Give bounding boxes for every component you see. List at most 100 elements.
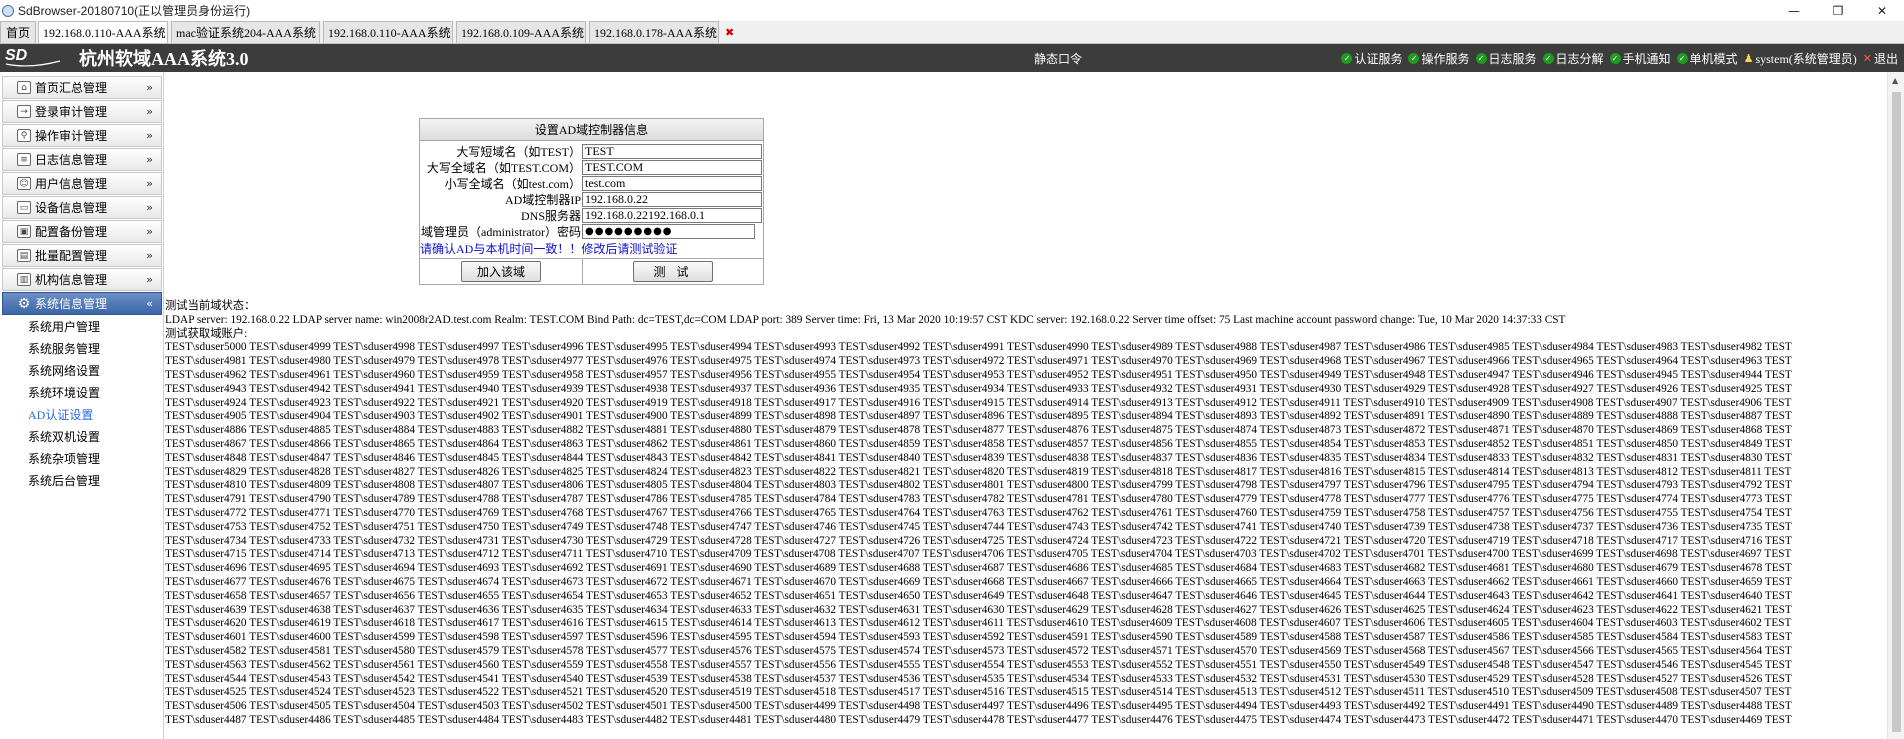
submenu-item[interactable]: 系统环境设置 <box>28 381 163 403</box>
tab-192-168-0-109[interactable]: 192.168.0.109-AAA系统✖ <box>456 21 601 43</box>
submenu-item[interactable]: 系统服务管理 <box>28 337 163 359</box>
collapse-icon: « <box>146 297 153 310</box>
tab-192-168-0-110-b[interactable]: 192.168.0.110-AAA系统✖ <box>323 21 468 43</box>
expand-icon: » <box>146 105 153 118</box>
account-line: TEST\sduser4905 TEST\sduser4904 TEST\sdu… <box>165 410 1792 423</box>
service-auth[interactable]: ✓ 认证服务 <box>1341 50 1402 67</box>
gear-icon: ⚙ <box>17 295 31 312</box>
lower-domain-input[interactable] <box>582 175 762 191</box>
account-line: TEST\sduser4582 TEST\sduser4581 TEST\sdu… <box>165 644 1792 657</box>
sidebar-menu-backup[interactable]: ▣ 配置备份管理 » <box>2 220 162 243</box>
service-label: 认证服务 <box>1354 52 1403 66</box>
sidebar-menu-device[interactable]: ▭ 设备信息管理 » <box>2 196 162 219</box>
submenu-item[interactable]: 系统双机设置 <box>28 425 163 447</box>
scrollbar-thumb[interactable] <box>1892 92 1901 732</box>
minimize-button[interactable]: — <box>1772 0 1816 21</box>
device-icon: ▭ <box>17 201 31 214</box>
service-operation[interactable]: ✓ 操作服务 <box>1408 50 1470 67</box>
test-button[interactable]: 测 试 <box>633 261 713 282</box>
account-line: TEST\sduser4601 TEST\sduser4600 TEST\sdu… <box>165 631 1792 644</box>
sidebar-menu-login-audit[interactable]: → 登录审计管理 » <box>2 100 162 123</box>
tab-label: 192.168.0.110-AAA系统 <box>328 26 451 40</box>
expand-icon: » <box>146 225 153 238</box>
sidebar-menu-search[interactable]: ⚲ 操作审计管理 » <box>2 124 162 147</box>
sidebar-menu-label: 操作审计管理 <box>35 129 108 143</box>
scroll-up-icon[interactable]: ▲ <box>1892 76 1898 85</box>
short-domain-input[interactable] <box>582 143 762 159</box>
submenu-item[interactable]: 系统后台管理 <box>28 469 163 491</box>
restore-button[interactable]: ❐ <box>1816 0 1860 21</box>
account-line: TEST\sduser4506 TEST\sduser4505 TEST\sdu… <box>165 700 1792 713</box>
tab-192-168-0-110[interactable]: 192.168.0.110-AAA系统✖ <box>38 21 183 43</box>
tab-label: 首页 <box>6 26 31 40</box>
ad-settings-form: 设置AD域控制器信息 大写短域名（如TEST） 大写全域名（如TEST.COM）… <box>419 118 764 285</box>
current-user[interactable]: ♟ system(系统管理员) <box>1744 50 1857 67</box>
tab-192-168-0-178[interactable]: 192.168.0.178-AAA系统 ✖ <box>589 21 734 43</box>
sidebar-menu-gear[interactable]: ⚙ 系统信息管理 « <box>2 292 162 315</box>
expand-icon: » <box>146 249 153 262</box>
account-line: TEST\sduser4848 TEST\sduser4847 TEST\sdu… <box>165 451 1792 464</box>
status-heading: 测试当前域状态： <box>165 300 256 312</box>
expand-icon: » <box>146 201 153 214</box>
batch-icon: ▤ <box>17 249 31 262</box>
account-line: TEST\sduser4696 TEST\sduser4695 TEST\sdu… <box>165 562 1792 575</box>
field-label: AD域控制器IP <box>504 192 581 207</box>
backup-icon: ▣ <box>17 225 31 238</box>
field-short-domain: 大写短域名（如TEST） <box>420 143 763 159</box>
admin-password-input[interactable] <box>582 223 755 239</box>
sidebar-menu-label: 用户信息管理 <box>35 177 108 191</box>
sidebar-menu-user[interactable]: ☺ 用户信息管理 » <box>2 172 162 195</box>
account-line: TEST\sduser4487 TEST\sduser4486 TEST\sdu… <box>165 713 1792 726</box>
account-line: TEST\sduser5000 TEST\sduser4999 TEST\sdu… <box>165 341 1792 354</box>
join-domain-button[interactable]: 加入该域 <box>461 261 541 282</box>
exit-button[interactable]: ✕ 退出 <box>1863 50 1898 67</box>
expand-icon: » <box>146 129 153 142</box>
check-icon: ✓ <box>1609 53 1621 64</box>
account-line: TEST\sduser4772 TEST\sduser4771 TEST\sdu… <box>165 506 1792 519</box>
account-line: TEST\sduser4810 TEST\sduser4809 TEST\sdu… <box>165 479 1792 492</box>
account-line: TEST\sduser4544 TEST\sduser4543 TEST\sdu… <box>165 672 1792 685</box>
dns-input[interactable] <box>582 207 762 223</box>
service-phone-notify[interactable]: ✓ 手机通知 <box>1609 50 1671 67</box>
service-label: 手机通知 <box>1622 52 1671 66</box>
service-label: 操作服务 <box>1421 52 1470 66</box>
tab-close-icon[interactable]: ✖ <box>717 26 734 39</box>
ad-ip-input[interactable] <box>582 191 762 207</box>
account-line: TEST\sduser4658 TEST\sduser4657 TEST\sdu… <box>165 589 1792 602</box>
main-content: 设置AD域控制器信息 大写短域名（如TEST） 大写全域名（如TEST.COM）… <box>165 72 1904 739</box>
field-dns: DNS服务器 <box>420 207 763 223</box>
submenu-system-info: 系统用户管理 系统服务管理 系统网络设置 系统环境设置 AD认证设置 系统双机设置 系统杂项… <box>0 315 163 491</box>
submenu-item[interactable]: 系统网络设置 <box>28 359 163 381</box>
static-password-link[interactable]: 静态口令 <box>1034 50 1082 67</box>
account-line: TEST\sduser4829 TEST\sduser4828 TEST\sdu… <box>165 465 1792 478</box>
tab-mac-204[interactable]: mac验证系统204-AAA系统✖ <box>171 21 333 43</box>
submenu-item[interactable]: 系统杂项管理 <box>28 447 163 469</box>
field-ad-ip: AD域控制器IP <box>420 191 763 207</box>
field-full-domain: 大写全域名（如TEST.COM） <box>420 159 763 175</box>
user-label: system(系统管理员) <box>1755 52 1857 66</box>
full-domain-input[interactable] <box>582 159 762 175</box>
account-line: TEST\sduser4639 TEST\sduser4638 TEST\sdu… <box>165 603 1792 616</box>
submenu-item[interactable]: AD认证设置 <box>28 403 163 425</box>
service-label: 日志分解 <box>1555 52 1604 66</box>
service-log-parse[interactable]: ✓ 日志分解 <box>1542 50 1604 67</box>
sidebar-menu-home[interactable]: ⌂ 首页汇总管理 » <box>2 76 162 99</box>
service-standalone[interactable]: ✓ 单机模式 <box>1676 50 1738 67</box>
account-line: TEST\sduser4677 TEST\sduser4676 TEST\sdu… <box>165 575 1792 588</box>
sidebar-menu-batch[interactable]: ▤ 批量配置管理 » <box>2 244 162 267</box>
exit-label: 退出 <box>1873 52 1898 66</box>
app-header: SD 杭州软域AAA系统3.0 静态口令 ✓ 认证服务 ✓ 操作服务 ✓ 日志服务 ✓… <box>0 44 1904 72</box>
account-line: TEST\sduser4867 TEST\sduser4866 TEST\sdu… <box>165 437 1792 450</box>
close-window-button[interactable]: ✕ <box>1860 0 1904 21</box>
sidebar-menu-label: 配置备份管理 <box>35 225 108 239</box>
sidebar-menu-org[interactable]: ▥ 机构信息管理 » <box>2 268 162 291</box>
sidebar-menu-label: 批量配置管理 <box>35 249 108 263</box>
account-line: TEST\sduser4924 TEST\sduser4923 TEST\sdu… <box>165 396 1792 409</box>
submenu-item[interactable]: 系统用户管理 <box>28 315 163 337</box>
sidebar-menu-log[interactable]: ≡ 日志信息管理 » <box>2 148 162 171</box>
service-log[interactable]: ✓ 日志服务 <box>1475 50 1537 67</box>
tab-home[interactable]: 首页 <box>0 21 37 43</box>
check-icon: ✓ <box>1341 53 1353 64</box>
expand-icon: » <box>146 81 153 94</box>
vertical-scrollbar[interactable]: ▲ <box>1887 72 1904 739</box>
